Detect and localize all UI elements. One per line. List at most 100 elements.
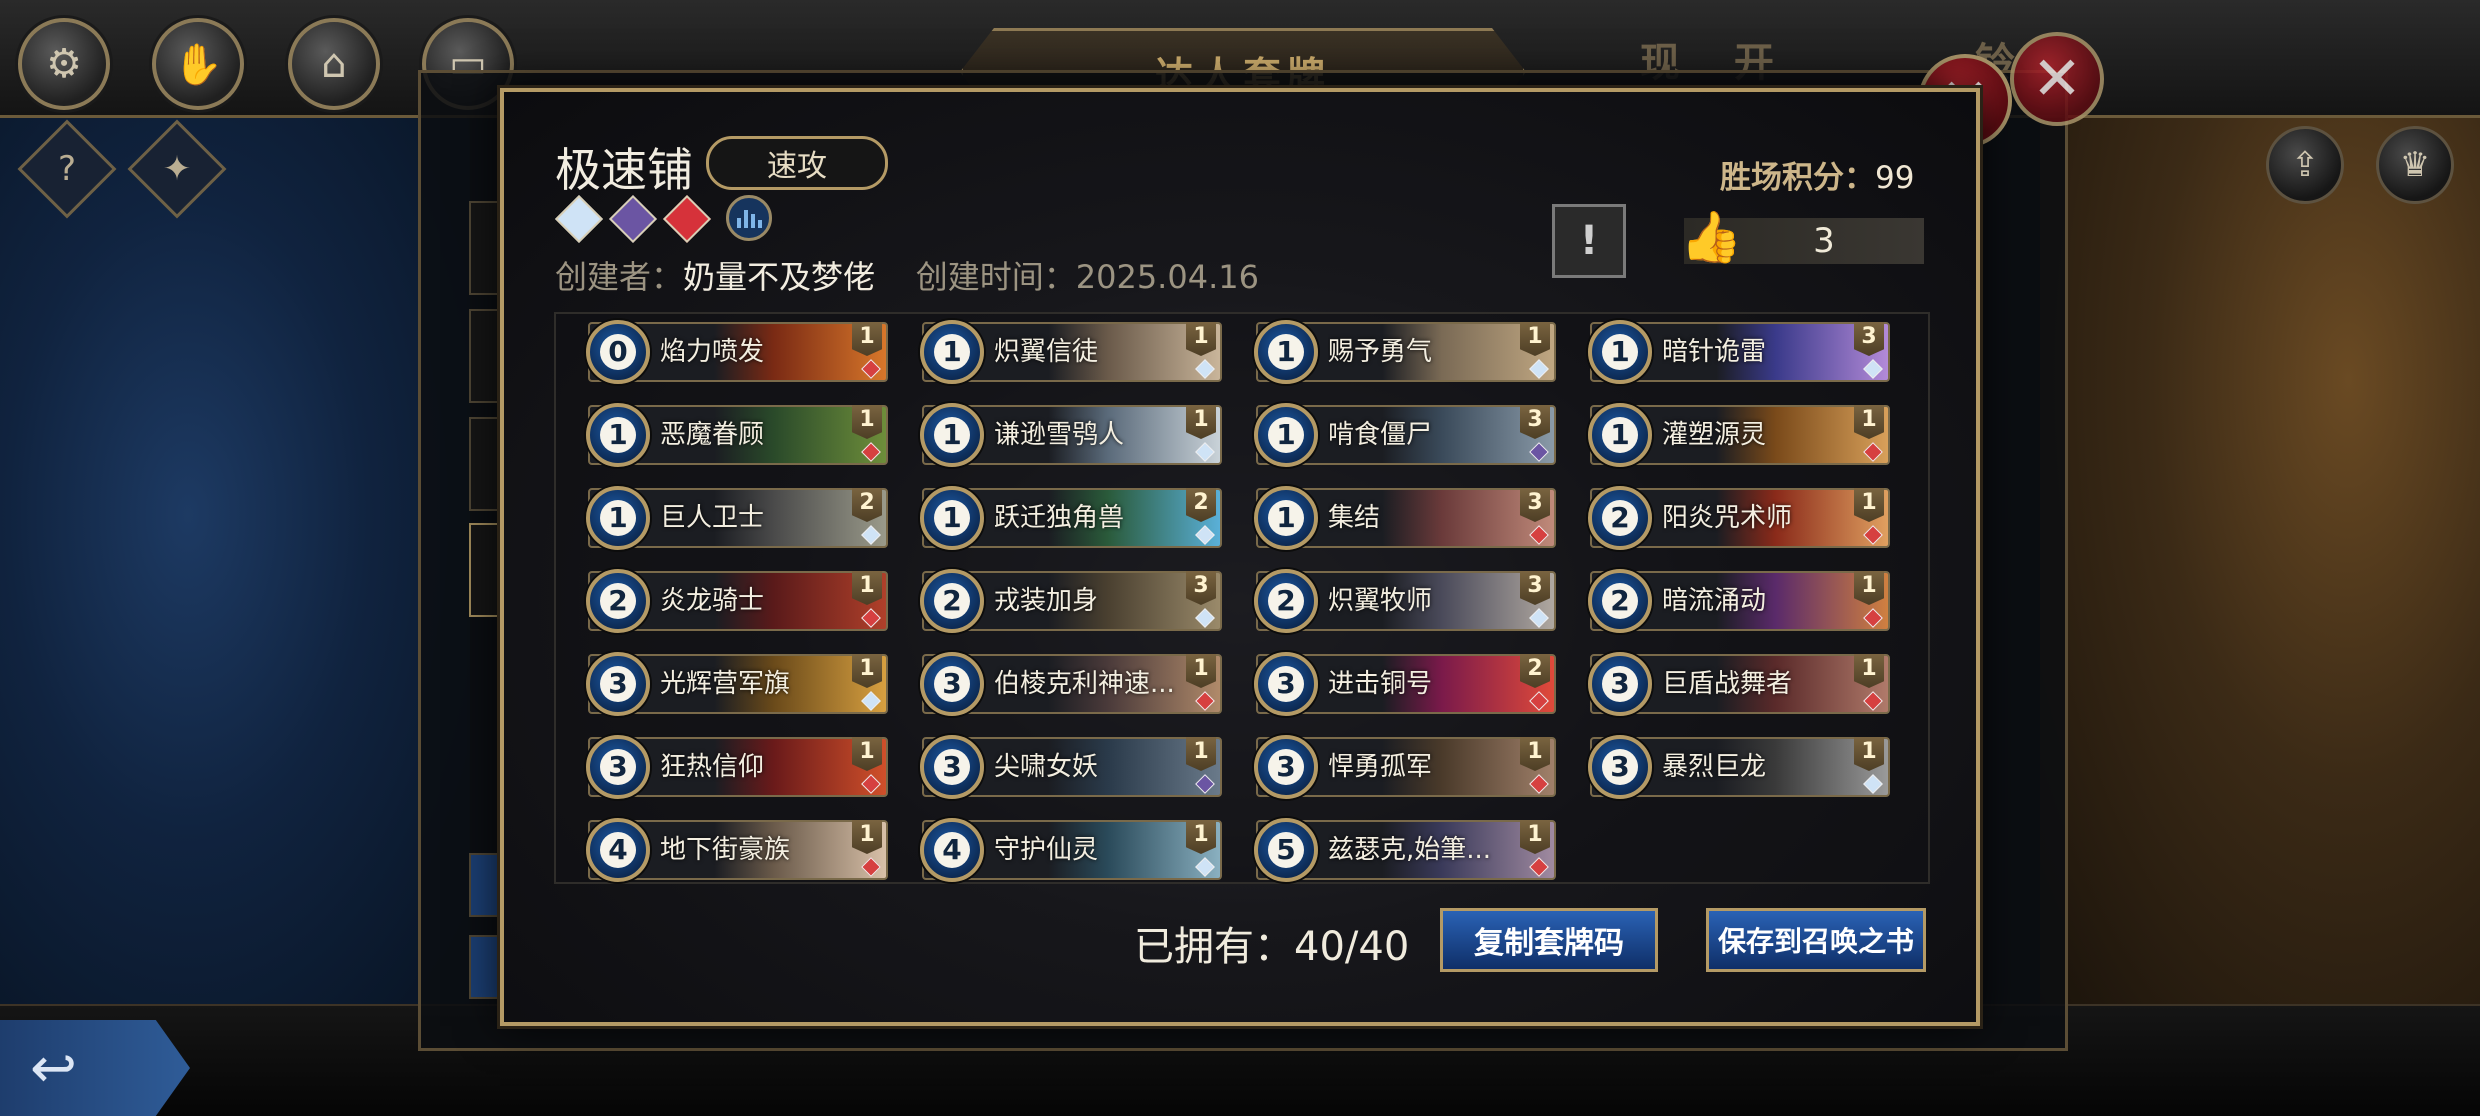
card-count-badge: 1 <box>852 737 882 771</box>
card-entry[interactable]: 巨盾战舞者 3 1 <box>1588 652 1890 716</box>
card-cost-value: 2 <box>600 583 636 619</box>
card-entry[interactable]: 灌塑源灵 1 1 <box>1588 403 1890 467</box>
card-count-badge: 1 <box>1520 322 1550 356</box>
card-count-badge: 1 <box>852 322 882 356</box>
card-entry[interactable]: 暴烈巨龙 3 1 <box>1588 735 1890 799</box>
card-count-badge: 1 <box>1854 488 1884 522</box>
trophy-icon[interactable]: ♛ <box>2376 126 2454 204</box>
card-entry[interactable]: 暗流涌动 2 1 <box>1588 569 1890 633</box>
rarity-gem-icon <box>1529 442 1549 462</box>
card-cost-value: 3 <box>1602 749 1638 785</box>
deck-name: 极速铺 <box>555 143 693 197</box>
card-name: 守护仙灵 <box>994 835 1099 865</box>
close-icon-back[interactable]: ✕ <box>2010 32 2104 126</box>
card-cost: 3 <box>1254 735 1318 799</box>
card-entry[interactable]: 阳炎咒术师 2 1 <box>1588 486 1890 550</box>
card-cost-value: 2 <box>1268 583 1304 619</box>
card-entry[interactable]: 焰力喷发 0 1 <box>586 320 888 384</box>
like-box[interactable]: 👍 3 <box>1680 208 1924 266</box>
owned-count: 已拥有：40/40 <box>1134 914 1409 972</box>
card-cost-value: 5 <box>1268 832 1304 868</box>
card-count-badge: 1 <box>852 571 882 605</box>
house-icon[interactable]: ⌂ <box>288 18 380 110</box>
card-entry[interactable]: 狂热信仰 3 1 <box>586 735 888 799</box>
card-entry[interactable]: 地下街豪族 4 1 <box>586 818 888 882</box>
rarity-gem-icon <box>861 359 881 379</box>
card-count-badge: 3 <box>1854 322 1884 356</box>
rarity-gem-icon <box>1195 359 1215 379</box>
creator-line: 创建者：奶量不及梦佬 创建时间：2025.04.16 <box>555 252 1259 298</box>
handshake-icon[interactable]: ✋ <box>152 18 244 110</box>
card-entry[interactable]: 悍勇孤军 3 1 <box>1254 735 1556 799</box>
card-entry[interactable]: 戎装加身 2 3 <box>920 569 1222 633</box>
card-name: 阳炎咒术师 <box>1662 503 1793 533</box>
card-name: 狂热信仰 <box>660 752 765 782</box>
card-entry[interactable]: 跃迁独角兽 1 2 <box>920 486 1222 550</box>
card-cost-value: 2 <box>934 583 970 619</box>
card-count-badge: 2 <box>852 488 882 522</box>
card-cost-value: 3 <box>934 749 970 785</box>
win-score: 胜场积分：99 <box>1720 152 1914 197</box>
card-cost: 2 <box>586 569 650 633</box>
card-entry[interactable]: 集结 1 3 <box>1254 486 1556 550</box>
card-name: 巨盾战舞者 <box>1662 669 1793 699</box>
created-date: 2025.04.16 <box>1075 258 1259 296</box>
card-entry[interactable]: 炽翼信徒 1 1 <box>920 320 1222 384</box>
card-entry[interactable]: 巨人卫士 1 2 <box>586 486 888 550</box>
card-count-badge: 1 <box>852 820 882 854</box>
card-cost-value: 3 <box>1602 666 1638 702</box>
rarity-gem-icon <box>1529 359 1549 379</box>
card-name: 炽翼牧师 <box>1328 586 1433 616</box>
background-left <box>0 110 470 1010</box>
rarity-gem-icon <box>861 442 881 462</box>
card-entry[interactable]: 谦逊雪鸮人 1 1 <box>920 403 1222 467</box>
card-cost: 1 <box>586 486 650 550</box>
card-entry[interactable]: 赐予勇气 1 1 <box>1254 320 1556 384</box>
card-count-badge: 1 <box>1854 571 1884 605</box>
card-entry[interactable]: 伯棱克利神速... 3 1 <box>920 652 1222 716</box>
card-cost: 2 <box>1254 569 1318 633</box>
card-cost: 4 <box>920 818 984 882</box>
gear-icon[interactable]: ⚙ <box>18 18 110 110</box>
card-entry[interactable]: 尖啸女妖 3 1 <box>920 735 1222 799</box>
card-count-badge: 2 <box>1520 654 1550 688</box>
card-name: 焰力喷发 <box>660 337 765 367</box>
background-right <box>2040 110 2480 1010</box>
card-entry[interactable]: 暗针诡雷 1 3 <box>1588 320 1890 384</box>
rarity-gem-icon <box>1195 442 1215 462</box>
share-icon[interactable]: ⇪ <box>2266 126 2344 204</box>
card-cost: 3 <box>920 735 984 799</box>
card-count-badge: 1 <box>852 654 882 688</box>
copy-deck-code-button[interactable]: 复制套牌码 <box>1440 908 1658 972</box>
card-entry[interactable]: 兹瑟克,始筆... 5 1 <box>1254 818 1556 882</box>
card-cost-value: 4 <box>600 832 636 868</box>
creator-label: 创建者： <box>555 258 684 296</box>
card-cost: 3 <box>1588 652 1652 716</box>
card-cost-value: 1 <box>934 417 970 453</box>
stats-chart-icon[interactable] <box>726 195 772 241</box>
card-count-badge: 3 <box>1520 488 1550 522</box>
card-cost: 0 <box>586 320 650 384</box>
card-name: 暴烈巨龙 <box>1662 752 1767 782</box>
card-cost: 1 <box>1588 403 1652 467</box>
card-entry[interactable]: 炽翼牧师 2 3 <box>1254 569 1556 633</box>
rarity-gem-icon <box>861 525 881 545</box>
rarity-gem-icon <box>1195 774 1215 794</box>
card-entry[interactable]: 守护仙灵 4 1 <box>920 818 1222 882</box>
card-cost-value: 4 <box>934 832 970 868</box>
rarity-gem-icon <box>1529 525 1549 545</box>
card-cost-value: 2 <box>1602 500 1638 536</box>
rarity-gem-icon <box>1863 608 1883 628</box>
card-entry[interactable]: 进击铜号 3 2 <box>1254 652 1556 716</box>
card-entry[interactable]: 啃食僵尸 1 3 <box>1254 403 1556 467</box>
card-entry[interactable]: 炎龙骑士 2 1 <box>586 569 888 633</box>
card-entry[interactable]: 恶魔眷顾 1 1 <box>586 403 888 467</box>
thumbs-up-icon[interactable]: 👍 <box>1680 208 1742 267</box>
card-name: 跃迁独角兽 <box>994 503 1125 533</box>
rarity-gem-icon <box>1529 608 1549 628</box>
report-shield-icon[interactable]: ! <box>1552 204 1626 278</box>
card-cost-value: 3 <box>934 666 970 702</box>
card-entry[interactable]: 光辉营军旗 3 1 <box>586 652 888 716</box>
back-arrow-icon[interactable]: ↩ <box>0 1020 190 1116</box>
save-to-book-button[interactable]: 保存到召唤之书 <box>1706 908 1926 972</box>
